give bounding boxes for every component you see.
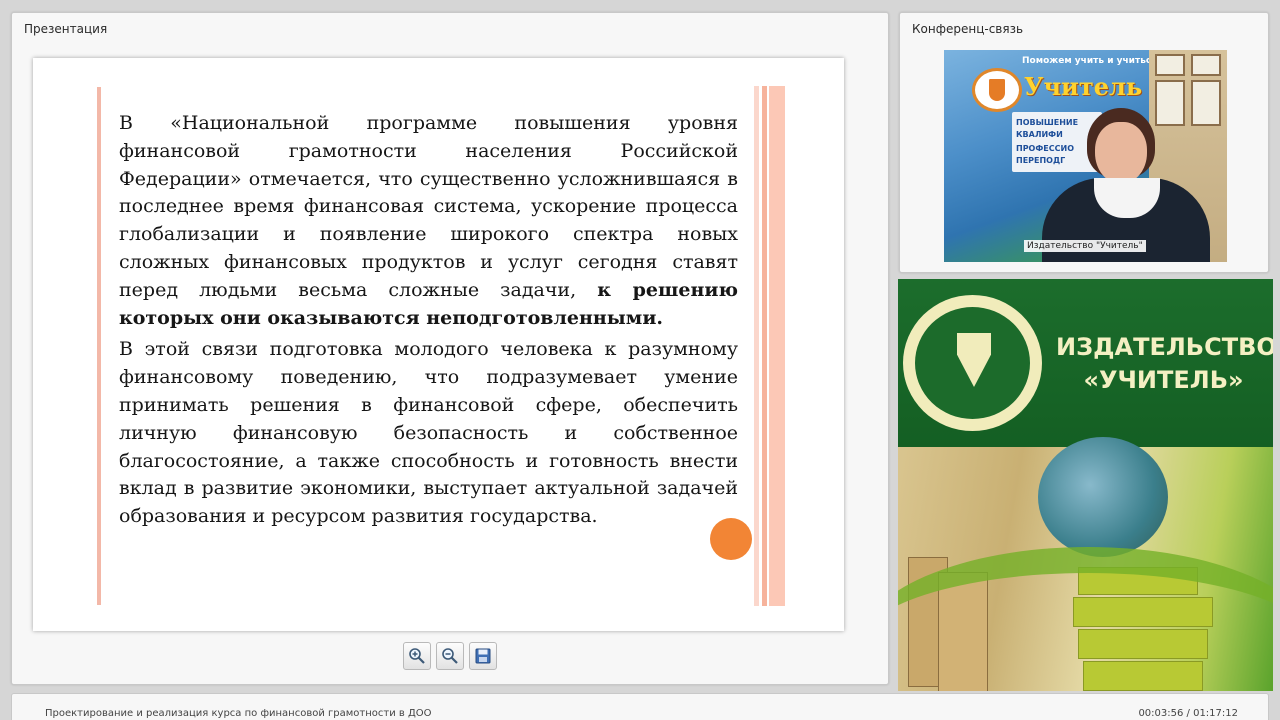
green-swoosh — [898, 547, 1273, 691]
slide-text: В «Национальной программе повышения уров… — [119, 110, 738, 535]
publisher-banner: ИЗДАТЕЛЬСТВО «УЧИТЕЛЬ» — [898, 279, 1273, 691]
playback-time: 00:03:56 / 01:17:12 — [1138, 708, 1238, 719]
course-title: Проектирование и реализация курса по фин… — [45, 708, 432, 719]
zoom-out-button[interactable] — [436, 642, 464, 670]
speaker-face — [1095, 122, 1147, 184]
wall-frame — [1191, 54, 1221, 76]
publisher-logo-emblem — [912, 304, 1033, 422]
video-feed[interactable]: Поможем учить и учиться Учитель ПОВЫШЕНИ… — [944, 50, 1227, 262]
slide-paragraph-1-text: В «Национальной программе повышения уров… — [119, 112, 738, 301]
zoom-in-icon — [409, 648, 425, 664]
wall-frame — [1155, 54, 1185, 76]
wall-frame — [1155, 80, 1185, 126]
slide-paragraph-1: В «Национальной программе повышения уров… — [119, 110, 738, 332]
publisher-title-line-1: ИЗДАТЕЛЬСТВО — [1056, 333, 1273, 361]
save-button[interactable] — [469, 642, 497, 670]
zoom-out-icon — [442, 648, 458, 664]
video-background-logo-icon — [972, 68, 1022, 112]
presentation-slide: В «Национальной программе повышения уров… — [33, 58, 844, 631]
publisher-title-line-2: «УЧИТЕЛЬ» — [1083, 366, 1244, 394]
save-icon — [475, 648, 491, 664]
presentation-panel: Презентация В «Национальной программе по… — [11, 12, 889, 685]
participant-name-label: Издательство "Учитель" — [1024, 240, 1146, 252]
video-background-item: ПЕРЕПОДГ — [1016, 156, 1066, 165]
publisher-title: ИЗДАТЕЛЬСТВО «УЧИТЕЛЬ» — [1056, 331, 1273, 397]
wall-frame — [1191, 80, 1221, 126]
presentation-panel-title: Презентация — [24, 22, 108, 36]
slide-left-stripe — [97, 87, 101, 605]
video-background-item: ПРОФЕССИО — [1016, 144, 1074, 153]
slide-toolbar — [403, 642, 497, 670]
video-background-item: КВАЛИФИ — [1016, 130, 1063, 139]
conference-panel: Конференц-связь Поможем учить и учиться … — [899, 12, 1269, 273]
video-background-brand: Учитель — [1024, 72, 1143, 101]
player-footer: Проектирование и реализация курса по фин… — [11, 693, 1269, 720]
publisher-banner-header: ИЗДАТЕЛЬСТВО «УЧИТЕЛЬ» — [898, 279, 1273, 447]
zoom-in-button[interactable] — [403, 642, 431, 670]
globe-image — [1038, 437, 1168, 557]
video-background-slogan: Поможем учить и учиться — [1022, 56, 1158, 66]
publisher-logo-icon — [903, 295, 1042, 431]
publisher-books-image — [898, 437, 1273, 691]
slide-right-stripes — [754, 86, 785, 606]
video-background-item: ПОВЫШЕНИЕ — [1016, 118, 1079, 127]
conference-panel-title: Конференц-связь — [912, 22, 1024, 36]
slide-paragraph-2: В этой связи подготовка молодого человек… — [119, 338, 738, 528]
